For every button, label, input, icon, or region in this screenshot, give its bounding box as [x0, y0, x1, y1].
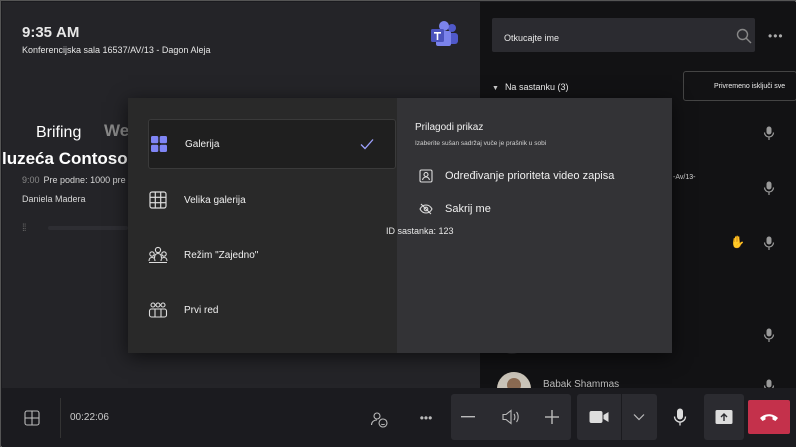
together-mode-icon — [148, 245, 168, 265]
clock-time: 9:35 — [22, 24, 53, 41]
microphone-icon[interactable] — [763, 126, 775, 140]
clock: 9:35 AM — [22, 24, 79, 41]
share-content-button[interactable] — [704, 394, 744, 440]
layout-option-together-mode[interactable]: Režim "Zajedno" — [148, 230, 396, 280]
raised-hand-icon: ✋ — [730, 235, 745, 249]
hide-me-label: Sakrij me — [445, 203, 491, 215]
meeting-id: ID sastanka: 123 — [386, 226, 454, 236]
search-placeholder: Otkucajte ime — [504, 33, 560, 43]
meeting-title-part: Brifing — [36, 124, 82, 141]
hide-me-option[interactable]: Sakrij me — [419, 202, 491, 216]
meeting-host: Daniela Madera — [22, 194, 86, 204]
drag-grip-icon: ⁞⁞ — [22, 222, 26, 234]
chevron-down-icon — [633, 414, 645, 421]
eye-off-icon — [419, 203, 433, 215]
layout-toggle-button[interactable] — [22, 408, 42, 428]
camera-button[interactable] — [587, 406, 611, 428]
layout-option-gallery[interactable]: Galerija — [148, 119, 396, 169]
layout-option-large-gallery[interactable]: Velika galerija — [148, 175, 396, 225]
grid-icon — [24, 410, 40, 426]
layout-option-label: Velika galerija — [184, 194, 246, 206]
volume-up-button[interactable] — [541, 406, 563, 428]
prioritize-video-option[interactable]: Određivanje prioriteta video zapisa — [419, 169, 614, 183]
share-screen-icon — [715, 410, 733, 424]
room-name: Konferencijska sala 16537/AV/13 - Dagon … — [22, 45, 211, 55]
microphone-icon — [673, 408, 687, 426]
layout-option-label: Prvi red — [184, 304, 219, 316]
toolbar-divider — [60, 398, 61, 438]
microphone-icon[interactable] — [763, 181, 775, 195]
layout-option-label: Režim "Zajedno" — [184, 249, 259, 261]
call-toolbar: 00:22:06 ••• — [2, 388, 796, 447]
call-timer: 00:22:06 — [70, 412, 109, 423]
meeting-time-start: 9:00 — [22, 175, 40, 185]
in-meeting-header[interactable]: ▼ Na sastanku (3) — [492, 82, 568, 92]
people-smile-icon — [370, 412, 388, 428]
meeting-list-row: ⁞⁞ — [22, 222, 132, 234]
placeholder-line — [47, 226, 128, 230]
microphone-icon[interactable] — [763, 328, 775, 342]
layout-option-front-row[interactable]: Prvi red — [148, 285, 396, 335]
volume-controls — [451, 394, 571, 440]
more-actions-icon[interactable]: ••• — [414, 410, 438, 426]
front-row-icon — [148, 300, 168, 320]
phone-hangup-icon — [760, 414, 778, 421]
meeting-title-part: luzeća Contoso — [2, 149, 128, 168]
search-input[interactable]: Otkucajte ime — [492, 18, 755, 52]
prioritize-video-label: Određivanje prioriteta video zapisa — [445, 170, 615, 182]
chevron-down-icon: ▼ — [492, 85, 499, 92]
hang-up-button[interactable] — [748, 400, 790, 434]
camera-options-button[interactable] — [629, 408, 649, 426]
microphone-button[interactable] — [664, 394, 696, 440]
layout-option-label: Galerija — [185, 138, 220, 150]
customize-title: Prilagodi prikaz — [415, 122, 484, 133]
participant-room-fragment: -Av/13- — [673, 174, 696, 181]
minus-icon — [461, 416, 475, 418]
teams-logo-icon — [431, 21, 458, 46]
video-camera-icon — [589, 411, 609, 423]
clock-ampm: AM — [56, 24, 80, 41]
reactions-button[interactable] — [368, 408, 390, 430]
mute-all-button[interactable]: Privremeno isključi sve — [683, 71, 796, 101]
meeting-title-part: We — [104, 121, 130, 140]
camera-divider — [621, 394, 622, 440]
app-window: 9:35 AM Konferencijska sala 16537/AV/13 -… — [0, 0, 796, 447]
speaker-button[interactable] — [499, 406, 523, 428]
layout-options: Galerija Velika galerija Režim "Zajedno" — [128, 98, 397, 353]
microphone-icon[interactable] — [763, 236, 775, 250]
volume-down-button[interactable] — [457, 406, 479, 428]
search-icon[interactable] — [736, 28, 752, 44]
plus-icon — [545, 410, 559, 424]
camera-controls — [577, 394, 657, 440]
gallery-icon — [149, 134, 169, 154]
large-gallery-icon — [148, 190, 168, 210]
checkmark-icon — [360, 139, 374, 150]
speaker-icon — [502, 409, 519, 425]
customize-subtitle: Izaberite sušan sadržaj vuče je prašnik … — [415, 140, 547, 147]
more-options-icon[interactable]: ••• — [768, 29, 784, 43]
in-meeting-label: Na sastanku (3) — [504, 82, 569, 92]
video-priority-icon — [419, 169, 433, 183]
